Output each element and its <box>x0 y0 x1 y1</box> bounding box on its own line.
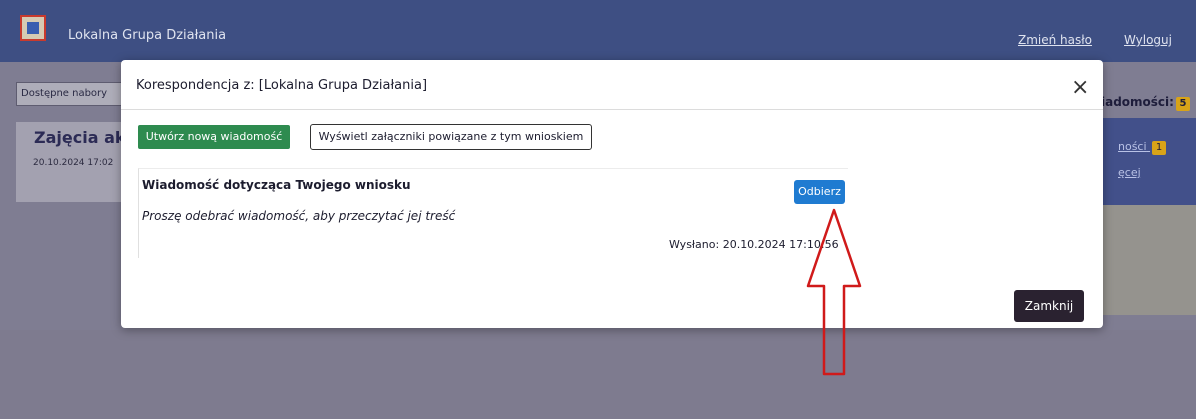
lgd-logo-icon <box>20 15 46 41</box>
side-messages-link[interactable]: ności 1 <box>1118 140 1167 155</box>
messages-label: iadomości: <box>1101 95 1174 109</box>
close-icon[interactable]: × <box>1071 77 1089 99</box>
messages-badge: 5 <box>1175 97 1190 111</box>
change-password-link[interactable]: Zmień hasło <box>1018 33 1092 47</box>
new-message-button[interactable]: Utwórz nową wiadomość <box>138 125 290 149</box>
logout-link[interactable]: Wyloguj <box>1124 33 1172 47</box>
available-calls-button[interactable]: Dostępne nabory <box>16 82 124 106</box>
show-attachments-button[interactable]: Wyświetl załączniki powiązane z tym wnio… <box>310 124 592 150</box>
side-messages-badge: 1 <box>1152 141 1167 155</box>
modal-header: Korespondencja z: [Lokalna Grupa Działan… <box>121 60 1103 110</box>
side-messages-link-label: ności <box>1118 140 1147 153</box>
message-hint: Proszę odebrać wiadomość, aby przeczytać… <box>142 209 456 223</box>
side-panel <box>1102 118 1196 208</box>
background-strip <box>1102 205 1196 315</box>
background-lower-strip <box>0 330 1196 419</box>
top-navigation-bar: Lokalna Grupa Działania Zmień hasło Wylo… <box>0 0 1196 62</box>
receive-message-button[interactable]: Odbierz <box>794 180 845 204</box>
app-title: Lokalna Grupa Działania <box>68 28 227 43</box>
side-more-link[interactable]: ęcej <box>1118 166 1141 179</box>
application-card-date: 20.10.2024 17:02 <box>33 158 114 168</box>
correspondence-modal: Korespondencja z: [Lokalna Grupa Działan… <box>121 60 1103 328</box>
modal-title: Korespondencja z: [Lokalna Grupa Działan… <box>136 78 428 93</box>
up-arrow-icon <box>806 208 862 376</box>
close-modal-button[interactable]: Zamknij <box>1014 290 1084 322</box>
messages-counter: iadomości: 5 <box>1101 95 1190 111</box>
message-subject: Wiadomość dotycząca Twojego wniosku <box>142 178 411 192</box>
